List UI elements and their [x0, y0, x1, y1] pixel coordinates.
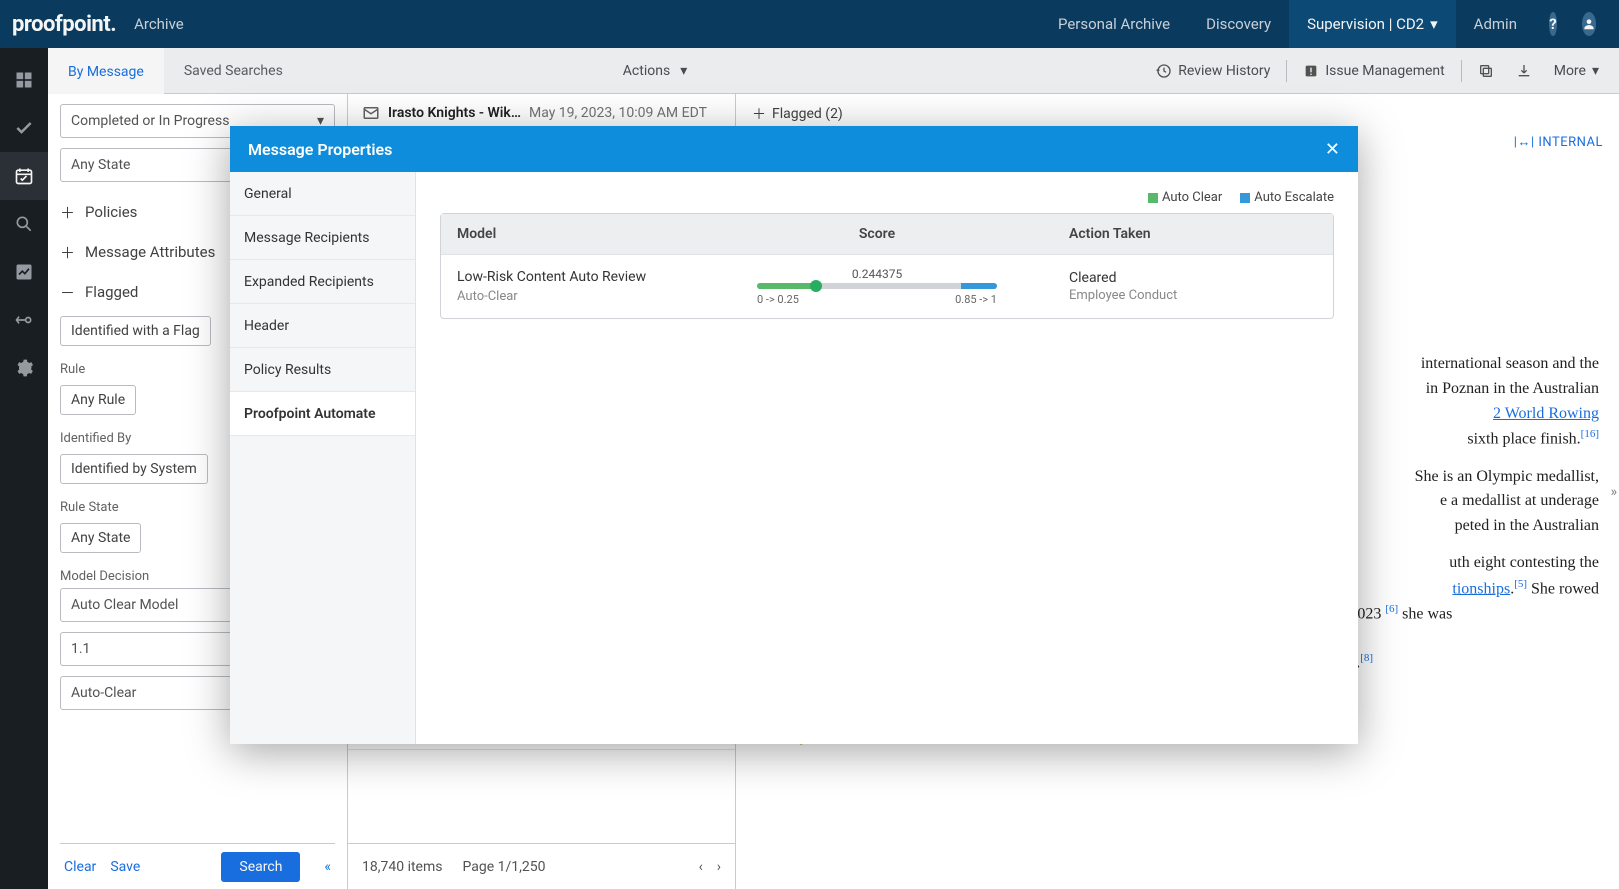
copy-button[interactable]: [1472, 59, 1500, 83]
model-name: Low-Risk Content Auto Review: [457, 269, 685, 285]
envelope-icon: [362, 104, 380, 122]
modal-title: Message Properties: [248, 140, 392, 159]
table-row: Low-Risk Content Auto Review Auto-Clear …: [441, 254, 1333, 318]
next-page-button[interactable]: ›: [717, 859, 721, 875]
product-name: Archive: [134, 15, 184, 33]
brand-logo: proofpoint.: [12, 12, 116, 37]
nav-admin[interactable]: Admin: [1456, 0, 1535, 48]
modal-nav-expanded-recipients[interactable]: Expanded Recipients: [230, 260, 415, 304]
more-dropdown[interactable]: More▾: [1548, 59, 1605, 83]
issue-management-button[interactable]: Issue Management: [1297, 59, 1450, 83]
swatch-auto-clear: [1148, 193, 1158, 203]
chart-legend: Auto Clear Auto Escalate: [440, 190, 1334, 205]
rail-dashboard[interactable]: [0, 56, 48, 104]
score-value: 0.244375: [757, 267, 997, 281]
minus-icon: －: [60, 282, 75, 303]
review-history-button[interactable]: Review History: [1150, 59, 1276, 83]
score-dot: [810, 280, 822, 292]
plus-icon: ＋: [60, 242, 75, 263]
modal-nav-policy-results[interactable]: Policy Results: [230, 348, 415, 392]
content-link[interactable]: 2 World Rowing: [1493, 405, 1599, 422]
identified-by-chip[interactable]: Identified by System: [60, 454, 208, 484]
rule-state-chip[interactable]: Any State: [60, 523, 141, 553]
score-bar: [757, 283, 997, 289]
item-count: 18,740 items: [362, 859, 442, 875]
modal-content: Auto Clear Auto Escalate Model Score Act…: [416, 172, 1358, 744]
issue-icon: [1303, 63, 1319, 79]
modal-nav: General Message Recipients Expanded Reci…: [230, 172, 416, 744]
rail-flow[interactable]: [0, 296, 48, 344]
action-sub: Employee Conduct: [1069, 288, 1317, 303]
plus-icon: ＋: [752, 104, 766, 124]
col-header-action: Action Taken: [1053, 214, 1333, 254]
user-icon: [1582, 12, 1596, 36]
message-properties-modal: Message Properties ✕ General Message Rec…: [230, 126, 1358, 744]
save-link[interactable]: Save: [110, 859, 140, 875]
help-icon: ?: [1549, 12, 1556, 36]
nav-discovery[interactable]: Discovery: [1188, 0, 1289, 48]
left-rail: [0, 48, 48, 889]
chevron-down-icon: ▾: [680, 63, 687, 79]
swatch-auto-escalate: [1240, 193, 1250, 203]
collapse-content-icon[interactable]: »: [1608, 478, 1619, 506]
prev-page-button[interactable]: ‹: [699, 859, 703, 875]
col-header-score: Score: [701, 214, 1053, 254]
download-button[interactable]: [1510, 59, 1538, 83]
close-button[interactable]: ✕: [1325, 139, 1340, 160]
score-high-label: 0.85 -> 1: [955, 293, 997, 306]
modal-nav-header[interactable]: Header: [230, 304, 415, 348]
search-button[interactable]: Search: [221, 852, 300, 882]
clear-link[interactable]: Clear: [64, 859, 96, 875]
message-date: May 19, 2023, 10:09 AM EDT: [529, 105, 707, 121]
tabs-row: By Message Saved Searches Actions▾ Revie…: [48, 48, 1619, 94]
action-name: Cleared: [1069, 270, 1317, 286]
rail-settings[interactable]: [0, 344, 48, 392]
rail-check[interactable]: [0, 104, 48, 152]
nav-personal-archive[interactable]: Personal Archive: [1040, 0, 1188, 48]
nav-supervision[interactable]: Supervision | CD2 ▾: [1289, 0, 1456, 48]
add-flag-button[interactable]: ＋ Flagged (2): [752, 104, 843, 124]
collapse-filters-icon[interactable]: «: [324, 859, 331, 875]
rail-calendar[interactable]: [0, 152, 48, 200]
account-button[interactable]: [1571, 0, 1607, 48]
rail-search[interactable]: [0, 200, 48, 248]
history-icon: [1156, 63, 1172, 79]
page-indicator: Page 1/1,250: [462, 859, 545, 875]
score-low-label: 0 -> 0.25: [757, 293, 799, 306]
model-sub: Auto-Clear: [457, 289, 685, 304]
tab-saved-searches[interactable]: Saved Searches: [164, 48, 303, 94]
tab-by-message[interactable]: By Message: [48, 48, 164, 94]
chevron-down-icon: ▾: [1592, 63, 1599, 79]
col-header-model: Model: [441, 214, 701, 254]
modal-nav-proofpoint-automate[interactable]: Proofpoint Automate: [230, 392, 415, 436]
internal-tag: |↔| INTERNAL: [1514, 134, 1603, 150]
top-navbar: proofpoint. Archive Personal Archive Dis…: [0, 0, 1619, 48]
modal-nav-message-recipients[interactable]: Message Recipients: [230, 216, 415, 260]
automate-table: Model Score Action Taken Low-Risk Conten…: [440, 213, 1334, 319]
identified-flag-chip[interactable]: Identified with a Flag: [60, 316, 211, 346]
modal-nav-general[interactable]: General: [230, 172, 415, 216]
copy-icon: [1478, 63, 1494, 79]
rule-chip[interactable]: Any Rule: [60, 385, 136, 415]
chevron-down-icon: ▾: [1430, 15, 1438, 33]
help-button[interactable]: ?: [1535, 0, 1571, 48]
rail-trend[interactable]: [0, 248, 48, 296]
message-subject: Irasto Knights - Wik…: [388, 105, 521, 121]
content-link[interactable]: tionships: [1452, 580, 1510, 597]
score-bar-blue: [961, 283, 997, 289]
plus-icon: ＋: [60, 202, 75, 223]
actions-dropdown[interactable]: Actions▾: [623, 63, 701, 79]
score-bar-green: [757, 283, 817, 289]
download-icon: [1516, 63, 1532, 79]
